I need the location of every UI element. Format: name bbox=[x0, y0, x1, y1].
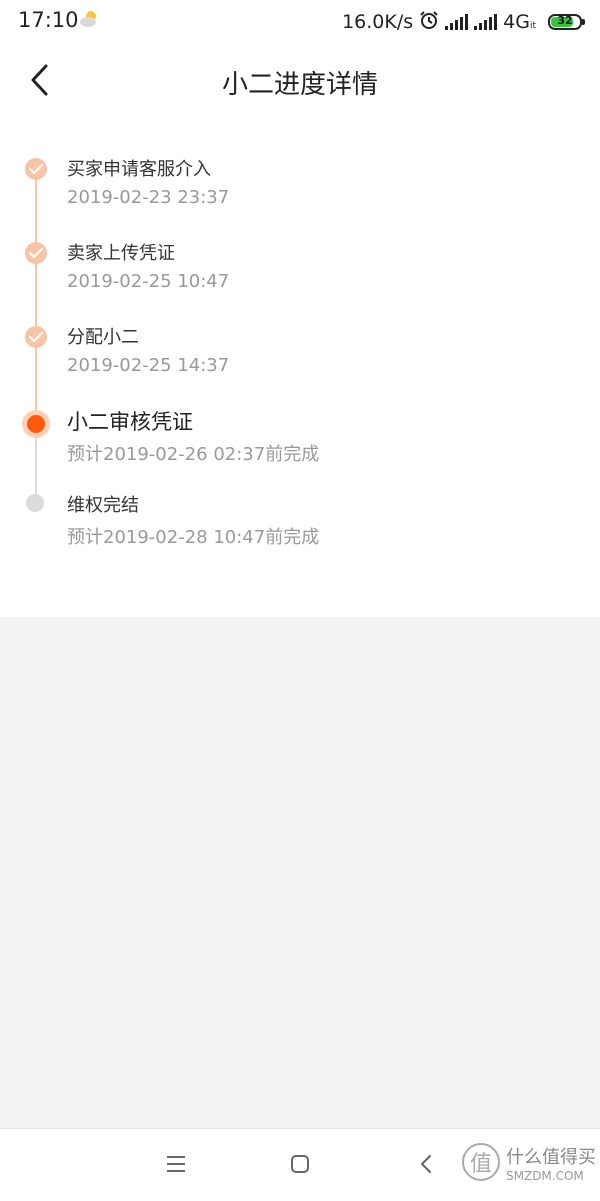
smzdm-watermark: 值 什么值得买 SMZDM.COM bbox=[462, 1137, 596, 1195]
timeline-step-time: 预计2019-02-26 02:37前完成 bbox=[67, 444, 320, 465]
battery-cap bbox=[582, 19, 585, 25]
signal-strength-icon-2 bbox=[474, 14, 498, 30]
battery-icon: 32 bbox=[548, 14, 585, 30]
timeline-step-title: 分配小二 bbox=[67, 327, 139, 348]
timeline-step-title: 买家申请客服介入 bbox=[67, 159, 211, 180]
page-title: 小二进度详情 bbox=[221, 70, 378, 100]
timeline-step-time: 预计2019-02-28 10:47前完成 bbox=[67, 527, 320, 548]
home-button[interactable] bbox=[285, 1151, 315, 1181]
back-triangle-icon bbox=[419, 1154, 433, 1178]
status-indicators: 16.0K/s 4Git 32 bbox=[342, 8, 585, 36]
network-type-text: 4G bbox=[503, 11, 530, 33]
progress-timeline: 买家申请客服介入 2019-02-23 23:37 卖家上传凭证 2019-02… bbox=[0, 122, 600, 617]
timeline-step-time: 2019-02-23 23:37 bbox=[67, 187, 230, 208]
current-step-dot-icon bbox=[22, 410, 50, 438]
watermark-text: 什么值得买 bbox=[506, 1147, 596, 1168]
timeline-line-done bbox=[35, 168, 37, 425]
network-type-sub: it bbox=[529, 21, 536, 31]
timeline-step-title: 卖家上传凭证 bbox=[67, 243, 175, 264]
watermark-logo-icon: 值 bbox=[462, 1143, 500, 1181]
status-time: 17:10 bbox=[18, 8, 79, 32]
signal-strength-icon bbox=[445, 14, 469, 30]
timeline-step-time: 2019-02-25 14:37 bbox=[67, 355, 230, 376]
timeline-step-title-current: 小二审核凭证 bbox=[67, 410, 193, 434]
pending-step-dot-icon bbox=[26, 494, 44, 512]
battery-level: 32 bbox=[557, 14, 573, 27]
alarm-clock-icon bbox=[419, 10, 439, 35]
system-nav-bar: 值 什么值得买 SMZDM.COM bbox=[0, 1128, 600, 1201]
check-icon bbox=[25, 242, 47, 264]
system-back-button[interactable] bbox=[411, 1151, 441, 1181]
network-type: 4Git bbox=[503, 11, 536, 33]
menu-icon bbox=[166, 1155, 186, 1177]
partly-cloudy-icon bbox=[78, 10, 100, 32]
check-icon bbox=[25, 326, 47, 348]
watermark-domain: SMZDM.COM bbox=[506, 1169, 584, 1183]
status-bar: 17:10 16.0K/s 4Git 32 bbox=[0, 0, 600, 44]
timeline-step-time: 2019-02-25 10:47 bbox=[67, 271, 230, 292]
check-icon bbox=[25, 158, 47, 180]
timeline-step-title: 维权完结 bbox=[67, 495, 139, 516]
home-square-icon bbox=[290, 1154, 310, 1178]
menu-button[interactable] bbox=[161, 1151, 191, 1181]
network-speed: 16.0K/s bbox=[342, 11, 414, 33]
header: 小二进度详情 bbox=[0, 44, 600, 122]
